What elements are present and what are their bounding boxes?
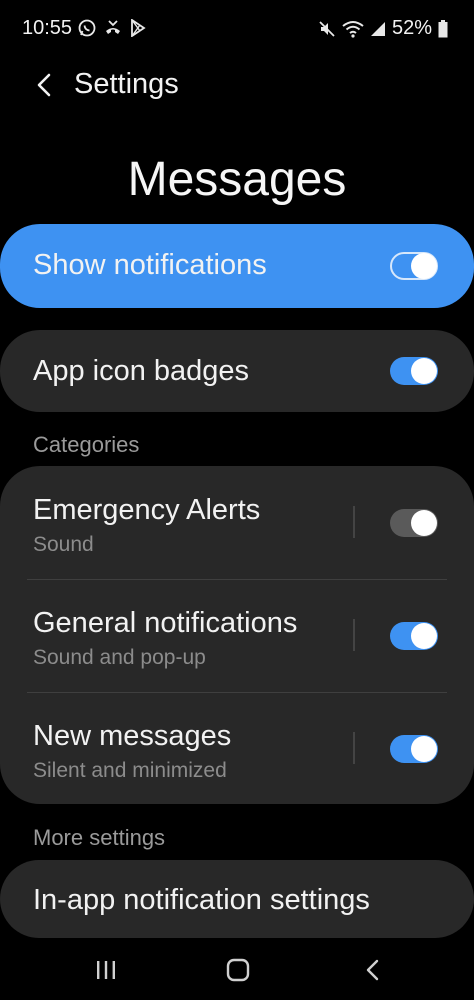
toggle-knob <box>411 736 437 762</box>
home-button[interactable] <box>208 948 268 992</box>
emergency-alerts-toggle[interactable] <box>390 509 438 537</box>
row-divider <box>353 619 355 651</box>
category-subtitle: Sound <box>33 533 94 556</box>
status-time: 10:55 <box>22 17 73 39</box>
show-notifications-toggle[interactable] <box>390 252 438 280</box>
toggle-knob <box>411 358 437 384</box>
category-title: Emergency Alerts <box>33 494 261 526</box>
row-divider <box>353 732 355 764</box>
recent-apps-icon <box>95 960 117 980</box>
navigation-bar <box>0 940 474 1000</box>
whatsapp-icon <box>78 19 96 37</box>
category-title: New messages <box>33 720 232 752</box>
in-app-notification-settings-label: In-app notification settings <box>33 884 370 916</box>
wifi-icon <box>342 20 364 38</box>
notification-icons <box>78 19 146 37</box>
signal-icon <box>370 21 386 37</box>
general-notifications-toggle[interactable] <box>390 622 438 650</box>
category-row-emergency-alerts[interactable]: Emergency Alerts Sound <box>0 466 474 579</box>
show-notifications-row[interactable]: Show notifications <box>0 224 474 308</box>
back-button[interactable] <box>24 62 64 108</box>
toggle-knob <box>411 623 437 649</box>
toggle-knob <box>411 253 437 279</box>
battery-icon <box>438 19 448 38</box>
show-notifications-label: Show notifications <box>33 249 267 281</box>
category-title: General notifications <box>33 607 298 639</box>
page-title: Messages <box>127 153 347 206</box>
back-icon <box>365 959 379 981</box>
mute-icon <box>318 20 336 38</box>
categories-card: Emergency Alerts Sound General notificat… <box>0 466 474 804</box>
recent-apps-button[interactable] <box>76 948 136 992</box>
chevron-left-icon <box>36 73 52 97</box>
more-settings-section-label: More settings <box>33 825 166 850</box>
category-row-new-messages[interactable]: New messages Silent and minimized <box>0 692 474 804</box>
play-store-icon <box>130 19 146 37</box>
home-icon <box>226 958 250 982</box>
header-title: Settings <box>74 68 179 100</box>
app-icon-badges-row[interactable]: App icon badges <box>0 330 474 412</box>
status-right: 52% <box>318 17 448 40</box>
in-app-notification-settings-row[interactable]: In-app notification settings <box>0 860 474 938</box>
missed-call-icon <box>104 19 122 37</box>
row-divider <box>353 506 355 538</box>
app-icon-badges-toggle[interactable] <box>390 357 438 385</box>
status-bar: 10:55 52% <box>0 0 474 60</box>
category-subtitle: Silent and minimized <box>33 759 227 782</box>
new-messages-toggle[interactable] <box>390 735 438 763</box>
toggle-knob <box>411 510 437 536</box>
categories-section-label: Categories <box>33 432 140 457</box>
category-row-general-notifications[interactable]: General notifications Sound and pop-up <box>0 579 474 692</box>
category-subtitle: Sound and pop-up <box>33 646 206 669</box>
app-icon-badges-label: App icon badges <box>33 355 250 387</box>
back-nav-button[interactable] <box>342 948 402 992</box>
battery-percent: 52% <box>391 17 432 39</box>
